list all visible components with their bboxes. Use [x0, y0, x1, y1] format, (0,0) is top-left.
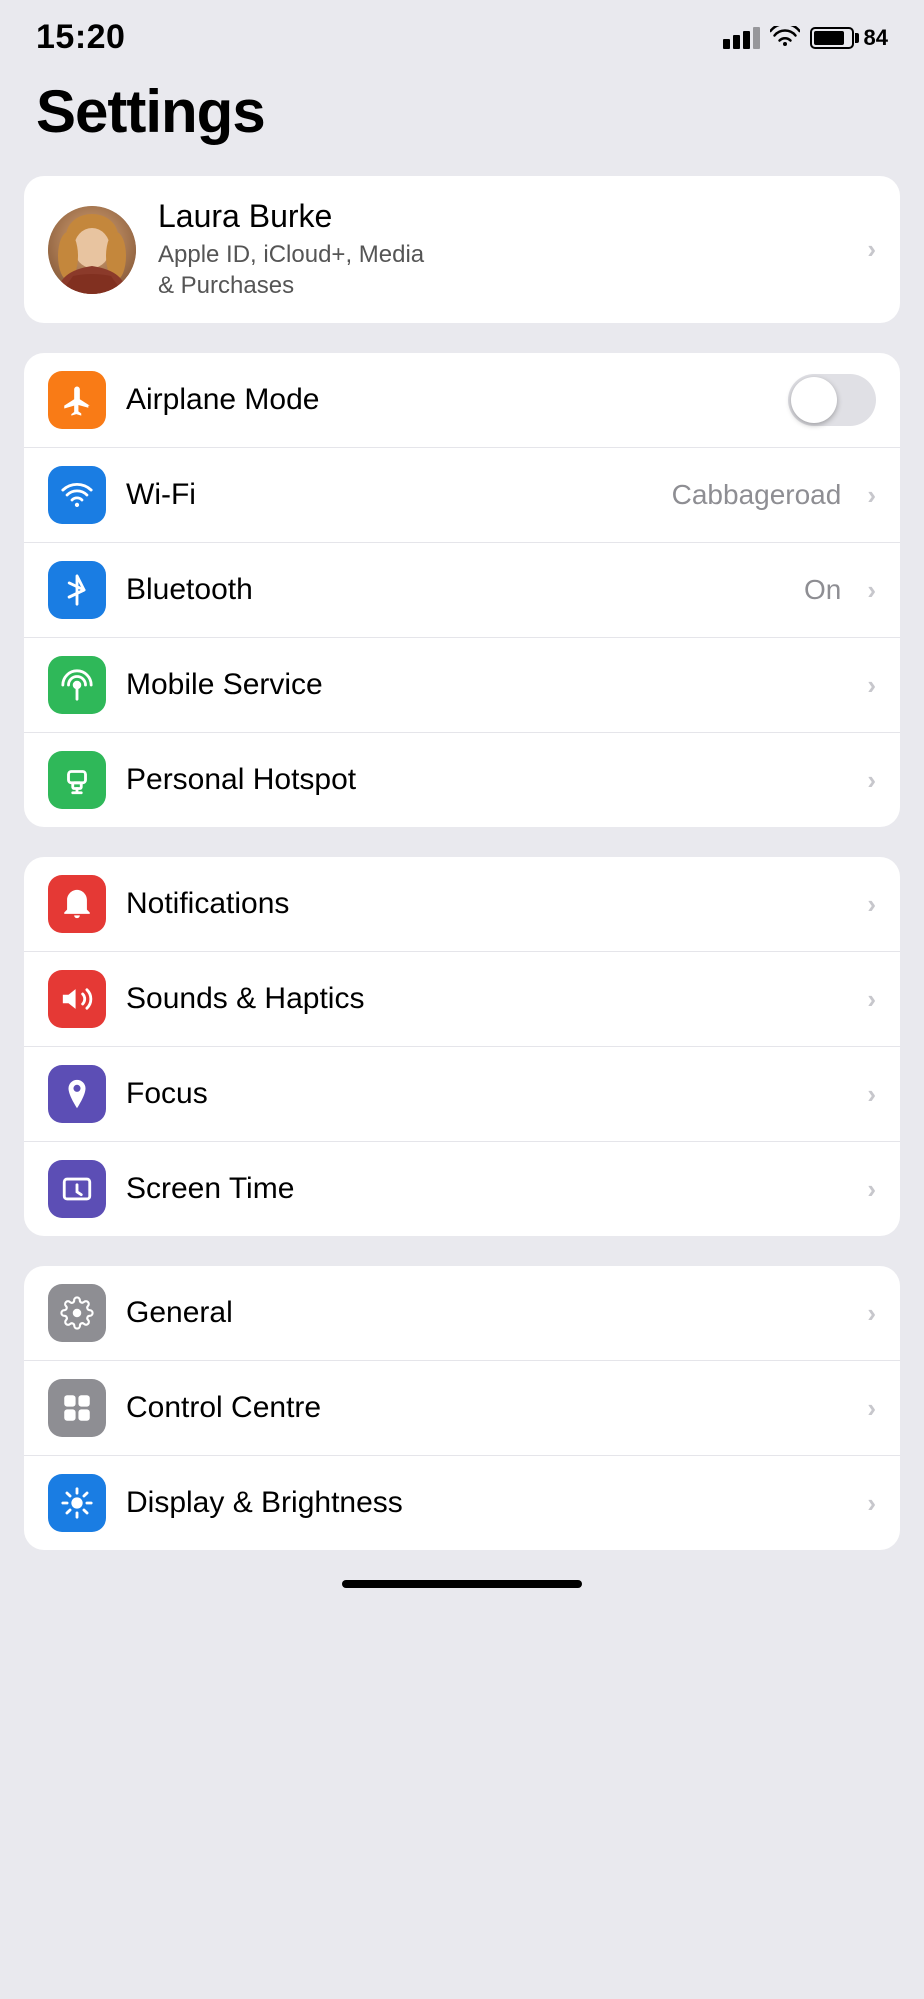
wifi-row[interactable]: Wi-Fi Cabbageroad › [24, 447, 900, 542]
wifi-label: Wi-Fi [126, 478, 652, 512]
status-bar: 15:20 84 [0, 0, 924, 67]
screen-time-row[interactable]: Screen Time › [24, 1141, 900, 1236]
status-icons: 84 [723, 25, 888, 51]
avatar [48, 206, 136, 294]
bluetooth-chevron: › [867, 575, 876, 606]
control-centre-row[interactable]: Control Centre › [24, 1360, 900, 1455]
focus-label: Focus [126, 1077, 847, 1111]
profile-name: Laura Burke [158, 198, 845, 235]
profile-chevron: › [867, 234, 876, 265]
home-indicator [342, 1580, 582, 1588]
control-centre-label: Control Centre [126, 1391, 847, 1425]
profile-section: Laura Burke Apple ID, iCloud+, Media& Pu… [24, 176, 900, 323]
personal-hotspot-chevron: › [867, 765, 876, 796]
airplane-mode-row[interactable]: Airplane Mode [24, 353, 900, 447]
bluetooth-row[interactable]: Bluetooth On › [24, 542, 900, 637]
personal-hotspot-icon [48, 751, 106, 809]
display-brightness-icon [48, 1474, 106, 1532]
general-row[interactable]: General › [24, 1266, 900, 1360]
focus-icon [48, 1065, 106, 1123]
personal-hotspot-label: Personal Hotspot [126, 763, 847, 797]
display-brightness-label: Display & Brightness [126, 1486, 847, 1520]
battery-icon [810, 27, 854, 49]
display-brightness-chevron: › [867, 1488, 876, 1519]
personal-hotspot-row[interactable]: Personal Hotspot › [24, 732, 900, 827]
focus-chevron: › [867, 1079, 876, 1110]
control-centre-chevron: › [867, 1393, 876, 1424]
status-time: 15:20 [36, 18, 125, 57]
wifi-value: Cabbageroad [672, 479, 842, 511]
notifications-section: Notifications › Sounds & Haptics › Focus… [24, 857, 900, 1236]
focus-row[interactable]: Focus › [24, 1046, 900, 1141]
screen-time-icon [48, 1160, 106, 1218]
wifi-status-icon [770, 26, 800, 50]
general-section: General › Control Centre › [24, 1266, 900, 1550]
wifi-chevron: › [867, 480, 876, 511]
sounds-haptics-row[interactable]: Sounds & Haptics › [24, 951, 900, 1046]
bluetooth-icon [48, 561, 106, 619]
mobile-service-row[interactable]: Mobile Service › [24, 637, 900, 732]
screen-time-label: Screen Time [126, 1172, 847, 1206]
screen-time-chevron: › [867, 1174, 876, 1205]
bluetooth-value: On [804, 574, 841, 606]
airplane-mode-icon [48, 371, 106, 429]
general-label: General [126, 1296, 847, 1330]
mobile-service-chevron: › [867, 670, 876, 701]
profile-row[interactable]: Laura Burke Apple ID, iCloud+, Media& Pu… [24, 176, 900, 323]
sounds-haptics-chevron: › [867, 984, 876, 1015]
general-chevron: › [867, 1298, 876, 1329]
control-centre-icon [48, 1379, 106, 1437]
mobile-service-icon [48, 656, 106, 714]
wifi-icon [48, 466, 106, 524]
general-icon [48, 1284, 106, 1342]
profile-subtitle: Apple ID, iCloud+, Media& Purchases [158, 239, 845, 301]
notifications-label: Notifications [126, 887, 847, 921]
page-title: Settings [0, 67, 924, 176]
network-section: Airplane Mode Wi-Fi Cabbageroad › Blueto… [24, 353, 900, 827]
display-brightness-row[interactable]: Display & Brightness › [24, 1455, 900, 1550]
sounds-haptics-label: Sounds & Haptics [126, 982, 847, 1016]
profile-info: Laura Burke Apple ID, iCloud+, Media& Pu… [158, 198, 845, 301]
battery-percent: 84 [864, 25, 888, 51]
notifications-chevron: › [867, 889, 876, 920]
notifications-icon [48, 875, 106, 933]
airplane-mode-toggle[interactable] [788, 374, 876, 426]
bluetooth-label: Bluetooth [126, 573, 784, 607]
signal-icon [723, 27, 760, 49]
airplane-mode-label: Airplane Mode [126, 383, 768, 417]
mobile-service-label: Mobile Service [126, 668, 847, 702]
sounds-haptics-icon [48, 970, 106, 1028]
notifications-row[interactable]: Notifications › [24, 857, 900, 951]
